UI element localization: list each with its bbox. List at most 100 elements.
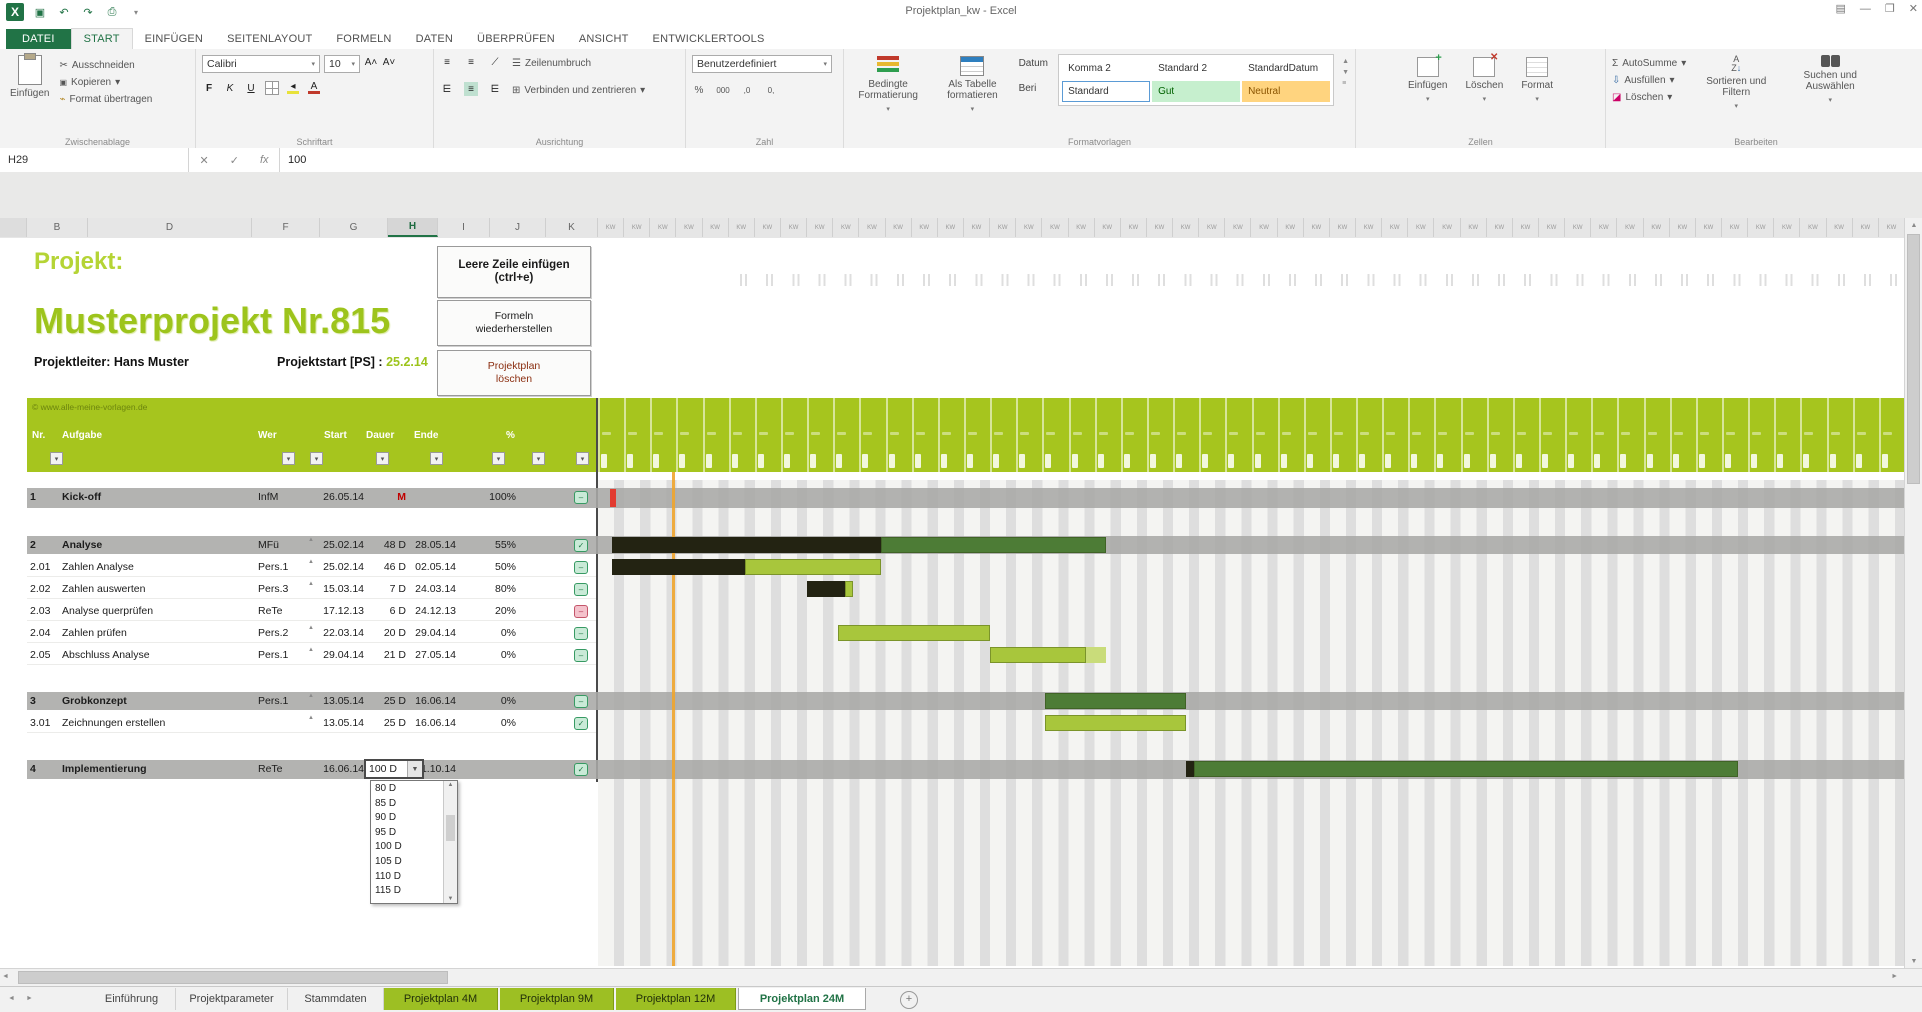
duration-option-100D[interactable]: 100 D	[371, 841, 441, 855]
sheet-tab-einführung[interactable]: Einführung	[88, 988, 176, 1010]
task-2.04-start[interactable]: 22.03.14	[318, 627, 364, 639]
vertical-scrollbar[interactable]: ▲ ▼	[1904, 218, 1922, 968]
column-header-week[interactable]: KW	[1304, 218, 1330, 237]
sheet-tab-projektplan-12m[interactable]: Projektplan 12M	[616, 988, 736, 1010]
wrap-text-button[interactable]: ☰Zeilenumbruch	[512, 55, 591, 72]
gallery-scroll[interactable]: ▲▼≡	[1342, 54, 1349, 87]
percent-style-button[interactable]: %	[692, 83, 706, 97]
column-header-week[interactable]: KW	[729, 218, 755, 237]
comma-style-button[interactable]: 000	[716, 83, 730, 97]
column-header-week[interactable]: KW	[1042, 218, 1068, 237]
task-2.03-name[interactable]: Analyse querprüfen	[62, 605, 254, 617]
task-1-wer[interactable]: InfM	[258, 491, 306, 503]
cell-style-standard-2[interactable]: Standard 2	[1152, 58, 1240, 79]
select-all-corner[interactable]	[0, 218, 27, 237]
row-spin-icon[interactable]: ▲	[308, 647, 314, 653]
row-spin-icon[interactable]: ▲	[308, 581, 314, 587]
column-header-week[interactable]: KW	[1278, 218, 1304, 237]
status-icon-4[interactable]: ✓	[574, 763, 588, 776]
filter-dropdown-icon[interactable]: ▾	[50, 452, 63, 465]
ribbon-tab-überprüfen[interactable]: ÜBERPRÜFEN	[465, 29, 567, 49]
align-left-icon[interactable]: ⋿	[440, 82, 454, 96]
column-header-week[interactable]: KW	[1591, 218, 1617, 237]
filter-dropdown-icon[interactable]: ▾	[282, 452, 295, 465]
column-header-week[interactable]: KW	[703, 218, 729, 237]
duration-option-80D[interactable]: 80 D	[371, 783, 441, 797]
row-spin-icon[interactable]: ▲	[308, 715, 314, 721]
column-header-week[interactable]: KW	[1617, 218, 1643, 237]
paste-button[interactable]: Einfügen	[6, 53, 53, 108]
column-header-week[interactable]: KW	[886, 218, 912, 237]
column-header-week[interactable]: KW	[1069, 218, 1095, 237]
font-size-select[interactable]: 10▾	[324, 55, 360, 73]
column-header-week[interactable]: KW	[1382, 218, 1408, 237]
task-2-name[interactable]: Analyse	[62, 539, 254, 551]
column-header-week[interactable]: KW	[650, 218, 676, 237]
task-3-start[interactable]: 13.05.14	[318, 695, 364, 707]
vertical-scrollbar-handle[interactable]	[1907, 234, 1920, 484]
task-2.02-pct[interactable]: 80%	[468, 583, 516, 595]
orientation-icon[interactable]: ⟋	[488, 55, 502, 69]
ribbon-tab-einfügen[interactable]: EINFÜGEN	[133, 29, 215, 49]
cell-style-standard[interactable]: Standard	[1062, 81, 1150, 102]
duration-combo[interactable]: 100 D▼	[364, 759, 424, 779]
column-header-week[interactable]: KW	[912, 218, 938, 237]
column-header-week[interactable]: KW	[990, 218, 1016, 237]
cell-style-gut[interactable]: Gut	[1152, 81, 1240, 102]
fx-icon[interactable]: fx	[260, 154, 269, 166]
task-2.01-nr[interactable]: 2.01	[30, 561, 58, 573]
column-header-week[interactable]: KW	[1670, 218, 1696, 237]
sheet-tab-projektparameter[interactable]: Projektparameter	[176, 988, 288, 1010]
borders-button[interactable]	[265, 81, 279, 95]
bold-button[interactable]: F	[202, 81, 216, 95]
column-header-H[interactable]: H	[388, 218, 438, 237]
status-icon-2.01[interactable]: –	[574, 561, 588, 574]
sheet-tab-projektplan-9m[interactable]: Projektplan 9M	[500, 988, 614, 1010]
task-2.01-wer[interactable]: Pers.1	[258, 561, 306, 573]
column-header-week[interactable]: KW	[1330, 218, 1356, 237]
style-item[interactable]: Datum	[1019, 58, 1051, 69]
font-color-button[interactable]: A	[307, 81, 321, 95]
decimal-increase-button[interactable]: ,0	[740, 83, 754, 97]
column-header-week[interactable]: KW	[676, 218, 702, 237]
status-icon-2.02[interactable]: –	[574, 583, 588, 596]
column-header-week[interactable]: KW	[1774, 218, 1800, 237]
column-header-week[interactable]: KW	[1147, 218, 1173, 237]
task-1-pct[interactable]: 100%	[468, 491, 516, 503]
column-header-week[interactable]: KW	[598, 218, 624, 237]
row-spin-icon[interactable]: ▲	[308, 625, 314, 631]
macro-button-0[interactable]: Leere Zeile einfügen(ctrl+e)	[437, 246, 591, 298]
task-2.01-ende[interactable]: 02.05.14	[410, 561, 456, 573]
dropdown-scrollbar[interactable]: ▲▼	[443, 781, 457, 903]
task-2.02-ende[interactable]: 24.03.14	[410, 583, 456, 595]
task-2-pct[interactable]: 55%	[468, 539, 516, 551]
row-spin-icon[interactable]: ▲	[308, 693, 314, 699]
column-header-I[interactable]: I	[438, 218, 490, 237]
filter-dropdown-icon[interactable]: ▾	[430, 452, 443, 465]
column-header-week[interactable]: KW	[1748, 218, 1774, 237]
column-header-week[interactable]: KW	[938, 218, 964, 237]
task-1-dauer[interactable]: M	[366, 491, 406, 503]
merge-center-button[interactable]: ⊞Verbinden und zentrieren ▾	[512, 82, 645, 99]
task-2.02-start[interactable]: 15.03.14	[318, 583, 364, 595]
task-2.05-dauer[interactable]: 21 D	[366, 649, 406, 661]
status-icon-2.04[interactable]: –	[574, 627, 588, 640]
task-3-wer[interactable]: Pers.1	[258, 695, 306, 707]
task-2.05-wer[interactable]: Pers.1	[258, 649, 306, 661]
column-header-week[interactable]: KW	[1016, 218, 1042, 237]
fill-button[interactable]: ⇩Ausfüllen ▾	[1612, 72, 1686, 89]
task-2.03-ende[interactable]: 24.12.13	[410, 605, 456, 617]
clear-button[interactable]: ◪Löschen ▾	[1612, 89, 1686, 106]
task-2.02-nr[interactable]: 2.02	[30, 583, 58, 595]
task-2.05-nr[interactable]: 2.05	[30, 649, 58, 661]
column-header-week[interactable]: KW	[1879, 218, 1905, 237]
sheet-nav-right-icon[interactable]: ►	[26, 995, 33, 1002]
column-header-week[interactable]: KW	[755, 218, 781, 237]
number-format-select[interactable]: Benutzerdefiniert▾	[692, 55, 832, 73]
column-header-week[interactable]: KW	[1225, 218, 1251, 237]
enter-icon[interactable]: ✓	[230, 154, 239, 167]
autosum-button[interactable]: ΣAutoSumme ▾	[1612, 55, 1686, 72]
sheet-nav-left-icon[interactable]: ◄	[8, 995, 15, 1002]
horizontal-scrollbar-handle[interactable]	[18, 971, 448, 984]
task-2-ende[interactable]: 28.05.14	[410, 539, 456, 551]
